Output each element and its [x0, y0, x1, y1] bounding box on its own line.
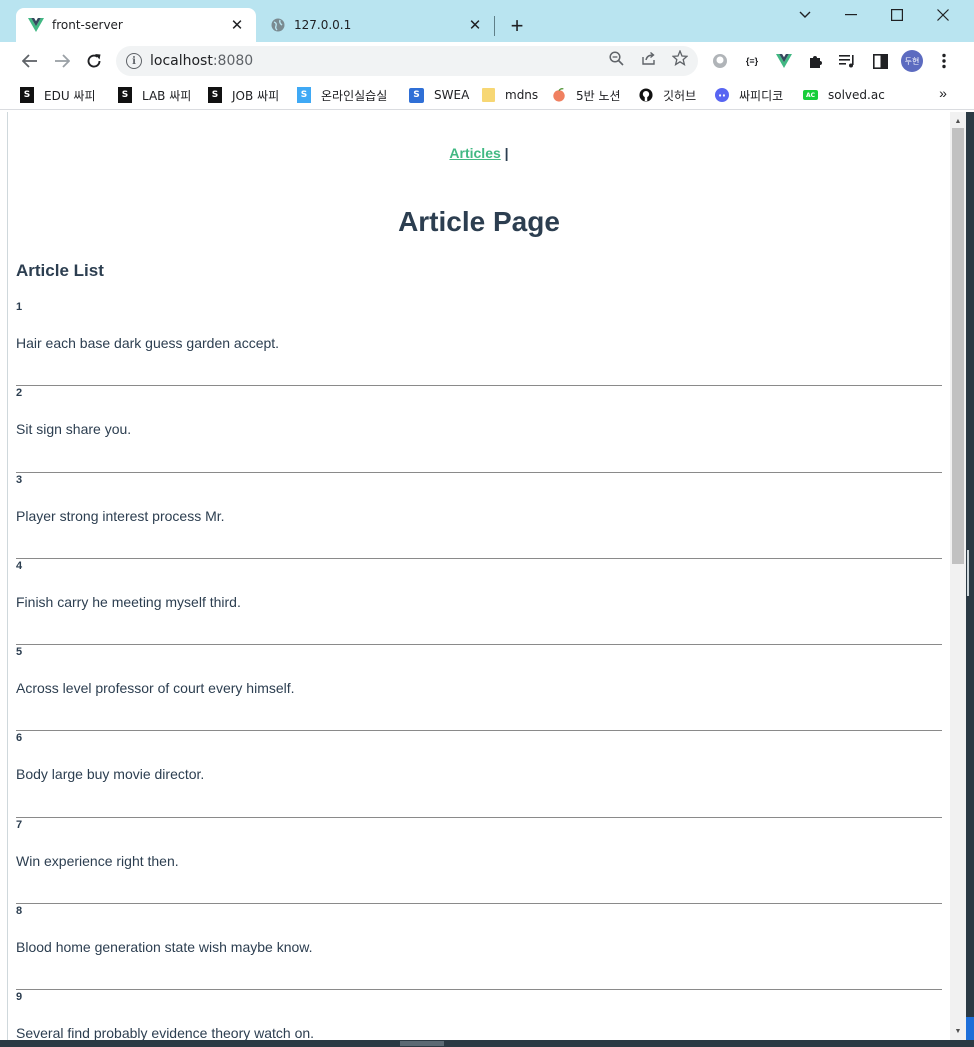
page-title: Article Page [398, 206, 560, 237]
article-content: Player strong interest process Mr. [16, 507, 225, 524]
article-item: 7 Win experience right then. [16, 818, 942, 905]
article-item: 8 Blood home generation state wish maybe… [16, 904, 942, 991]
back-button[interactable] [17, 48, 43, 74]
ssafy-blue-icon: S [297, 87, 311, 103]
bookmark-swea[interactable]: S SWEA [409, 85, 469, 105]
share-icon[interactable] [639, 49, 657, 67]
scroll-up-arrow-icon[interactable]: ▲ [950, 114, 966, 128]
article-item: 2 Sit sign share you. [16, 386, 942, 473]
article-id: 2 [16, 387, 23, 400]
article-content: Finish carry he meeting myself third. [16, 593, 241, 610]
extension-github-icon[interactable] [710, 51, 730, 71]
browser-toolbar: i localhost:8080 {≡} 두현 [0, 42, 974, 80]
json-formatter-icon[interactable]: {≡} [742, 51, 762, 71]
side-panel-icon[interactable] [870, 51, 890, 71]
tab-title: 127.0.0.1 [294, 18, 352, 32]
article-item: 3 Player strong interest process Mr. [16, 473, 942, 559]
tab-strip: front-server ✕ 127.0.0.1 ✕ + [0, 0, 974, 42]
forward-button[interactable] [49, 48, 75, 74]
article-item: 9 Several find probably evidence theory … [16, 990, 942, 1040]
browser-window: front-server ✕ 127.0.0.1 ✕ + i localhost… [0, 0, 974, 1047]
tab-search-icon[interactable] [782, 0, 828, 30]
scroll-down-arrow-icon[interactable]: ▼ [950, 1024, 966, 1038]
edge-marker [967, 550, 969, 596]
bookmark-github[interactable]: 깃허브 [639, 85, 696, 105]
article-id: 6 [16, 732, 23, 745]
media-control-icon[interactable] [838, 51, 858, 71]
article-list: 1 Hair each base dark guess garden accep… [16, 300, 942, 1040]
minimize-icon[interactable] [828, 0, 874, 30]
article-item: 1 Hair each base dark guess garden accep… [16, 300, 942, 387]
maximize-icon[interactable] [874, 0, 920, 30]
article-content: Win experience right then. [16, 852, 179, 869]
article-content: Several find probably evidence theory wa… [16, 1025, 315, 1040]
ssafy-icon: S [208, 87, 222, 103]
article-content: Sit sign share you. [16, 421, 132, 438]
tab-localhost-ip[interactable]: 127.0.0.1 ✕ [258, 8, 494, 42]
article-id: 5 [16, 646, 23, 659]
edge-highlight [966, 1017, 974, 1041]
peach-icon [552, 87, 566, 103]
bookmark-online-lab[interactable]: S 온라인실습실 [297, 85, 387, 105]
bookmarks-bar: S EDU 싸피 S LAB 싸피 S JOB 싸피 S 온라인실습실 S SWEA md… [0, 80, 974, 110]
article-item: 6 Body large buy movie director. [16, 731, 942, 818]
vertical-scrollbar[interactable]: ▲ ▼ [950, 112, 966, 1040]
taskbar-edge [0, 1040, 974, 1047]
bookmark-job-ssafy[interactable]: S JOB 싸피 [208, 85, 279, 105]
tab-title: front-server [52, 18, 123, 32]
articles-nav-link[interactable]: Articles [449, 145, 500, 161]
discord-icon [715, 87, 729, 103]
reload-button[interactable] [81, 48, 107, 74]
close-tab-icon[interactable]: ✕ [466, 16, 484, 34]
ssafy-icon: S [118, 87, 132, 103]
article-id: 3 [16, 473, 23, 486]
url-text: localhost:8080 [150, 53, 254, 69]
article-id: 8 [16, 905, 23, 918]
github-icon [639, 87, 653, 103]
article-content: Across level professor of court every hi… [16, 680, 295, 697]
article-list-title: Article List [16, 261, 104, 280]
horizontal-scroll-indicator [400, 1041, 444, 1046]
bookmark-class5-notion[interactable]: 5반 노션 [552, 85, 621, 105]
article-id: 4 [16, 559, 23, 572]
tab-divider [494, 16, 495, 36]
bookmark-mdns[interactable]: mdns [482, 85, 538, 105]
article-content: Blood home generation state wish maybe k… [16, 939, 313, 956]
site-info-icon[interactable]: i [126, 53, 142, 69]
vue-devtools-icon[interactable] [774, 51, 794, 71]
solvedac-icon: AC [803, 90, 818, 100]
extensions-puzzle-icon[interactable] [806, 51, 826, 71]
bookmark-lab-ssafy[interactable]: S LAB 싸피 [118, 85, 191, 105]
bookmark-edu-ssafy[interactable]: S EDU 싸피 [20, 85, 96, 105]
close-tab-icon[interactable]: ✕ [228, 16, 246, 34]
article-item: 5 Across level professor of court every … [16, 645, 942, 732]
desktop-background-edge [966, 112, 974, 1047]
profile-avatar[interactable]: 두현 [901, 50, 923, 72]
zoom-icon[interactable] [607, 49, 625, 67]
more-menu-icon[interactable] [934, 51, 954, 71]
close-window-icon[interactable] [920, 0, 966, 30]
window-left-edge [0, 112, 8, 1040]
swea-icon: S [409, 87, 424, 103]
article-content: Hair each base dark guess garden accept. [16, 335, 280, 351]
bookmark-star-icon[interactable] [671, 49, 689, 67]
globe-icon [270, 17, 286, 33]
nav-separator: | [500, 145, 509, 161]
bookmark-ssafy-discord[interactable]: 싸피디코 [715, 85, 783, 105]
folder-icon [482, 88, 495, 102]
article-id: 1 [16, 301, 23, 313]
top-nav: Articles | [8, 145, 950, 161]
article-content: Body large buy movie director. [16, 766, 205, 783]
ssafy-icon: S [20, 87, 34, 103]
bookmark-solved-ac[interactable]: AC solved.ac [803, 85, 885, 105]
tab-front-server[interactable]: front-server ✕ [16, 8, 256, 42]
scrollbar-thumb[interactable] [952, 128, 964, 564]
article-id: 9 [16, 991, 23, 1004]
article-item: 4 Finish carry he meeting myself third. [16, 559, 942, 646]
vue-logo-icon [28, 17, 44, 33]
article-id: 7 [16, 818, 23, 831]
page-viewport: Articles | Article Page Article List 1 H… [8, 112, 950, 1040]
bookmarks-overflow-button[interactable]: » [934, 83, 952, 103]
new-tab-button[interactable]: + [504, 13, 530, 39]
